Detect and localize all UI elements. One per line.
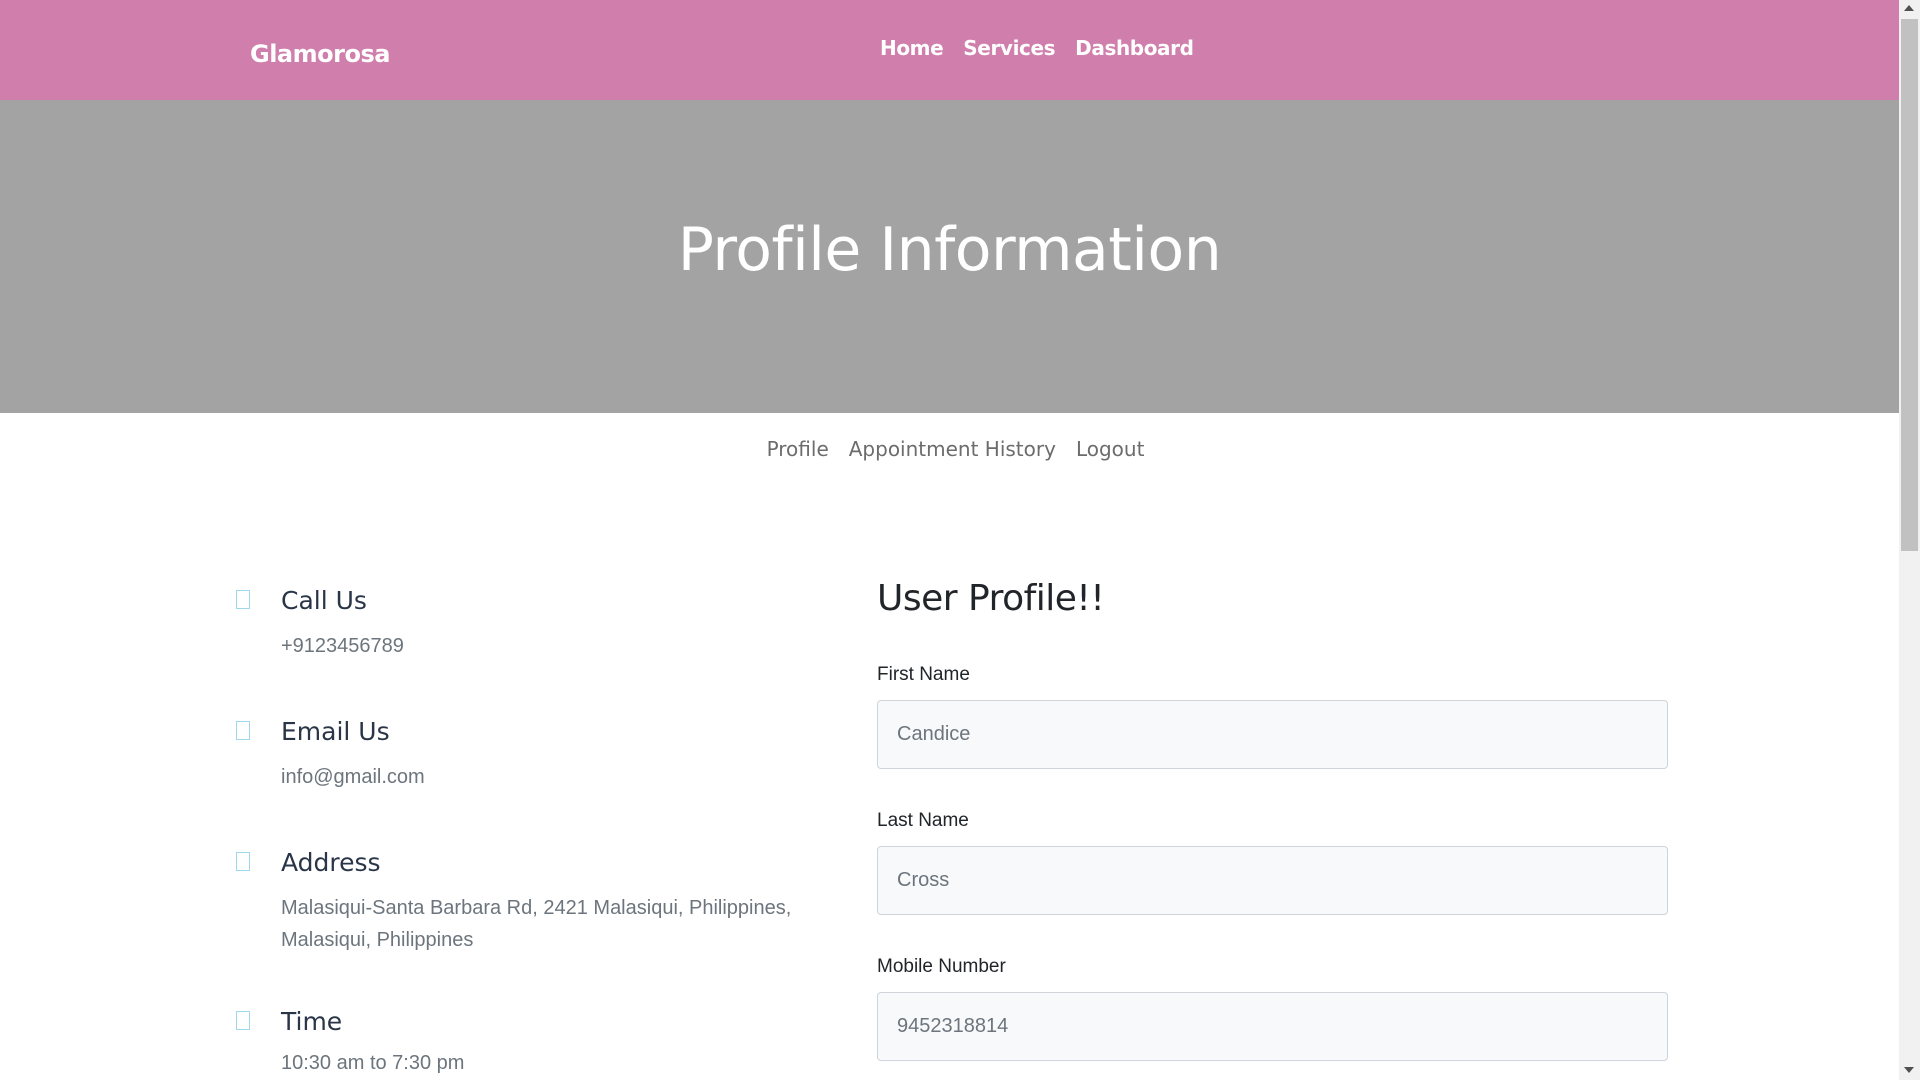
contact-email-text: info@gmail.com xyxy=(281,766,425,788)
main-nav: Home Services Dashboard xyxy=(880,36,1194,60)
nav-dashboard-link[interactable]: Dashboard xyxy=(1075,36,1194,60)
scrollbar-thumb[interactable] xyxy=(1901,19,1918,551)
contact-time-text: 10:30 am to 7:30 pm xyxy=(281,1052,465,1074)
scroll-up-arrow-icon[interactable] xyxy=(1904,5,1914,11)
mobile-number-field[interactable] xyxy=(877,992,1668,1061)
nav-services-link[interactable]: Services xyxy=(963,36,1055,60)
contact-call-text: +9123456789 xyxy=(281,635,404,657)
mobile-number-label: Mobile Number xyxy=(877,956,1006,977)
contact-address-text: Malasiqui-Santa Barbara Rd, 2421 Malasiq… xyxy=(281,897,792,951)
subnav-appointment-history-link[interactable]: Appointment History xyxy=(849,437,1056,461)
phone-icon xyxy=(236,590,250,609)
nav-home-link[interactable]: Home xyxy=(880,36,944,60)
clock-icon xyxy=(236,1011,250,1030)
location-icon xyxy=(236,852,250,871)
page-scrollbar[interactable] xyxy=(1899,0,1920,1080)
contact-email-title: Email Us xyxy=(281,717,390,746)
contact-time-title: Time xyxy=(281,1007,343,1036)
email-icon xyxy=(236,721,250,740)
profile-subnav: Profile Appointment History Logout xyxy=(0,437,1899,461)
last-name-label: Last Name xyxy=(877,810,969,831)
first-name-label: First Name xyxy=(877,664,970,685)
page: Glamorosa Home Services Dashboard Profil… xyxy=(0,0,1920,1080)
contact-call-title: Call Us xyxy=(281,586,367,615)
subnav-profile-link[interactable]: Profile xyxy=(767,437,829,461)
brand-logo[interactable]: Glamorosa xyxy=(250,40,390,68)
top-navbar: Glamorosa Home Services Dashboard xyxy=(0,0,1899,100)
last-name-field[interactable] xyxy=(877,846,1668,915)
contact-address-title: Address xyxy=(281,848,381,877)
hero-banner: Profile Information xyxy=(0,100,1899,413)
subnav-logout-link[interactable]: Logout xyxy=(1076,437,1144,461)
scroll-down-arrow-icon[interactable] xyxy=(1904,1067,1914,1073)
first-name-field[interactable] xyxy=(877,700,1668,769)
page-title: Profile Information xyxy=(677,215,1222,285)
user-profile-heading: User Profile!! xyxy=(877,578,1105,619)
